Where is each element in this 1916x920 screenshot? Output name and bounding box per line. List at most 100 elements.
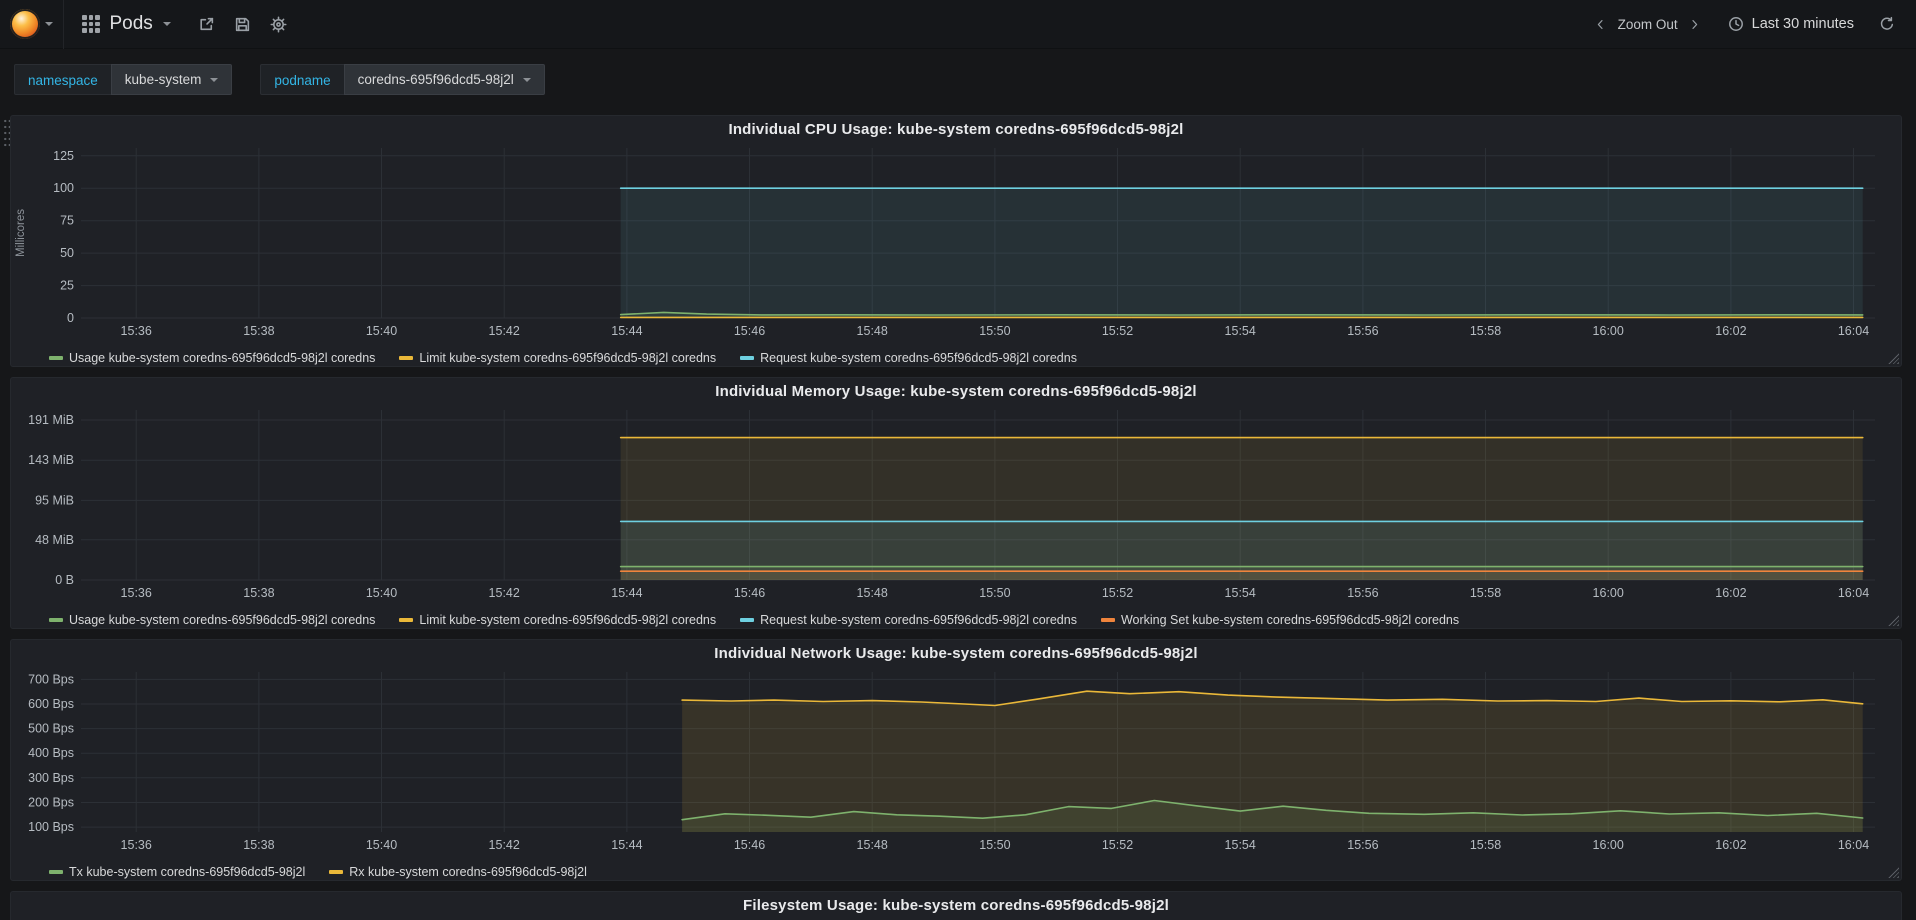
legend-item[interactable]: Request kube-system coredns-695f96dcd5-9… — [740, 613, 1077, 627]
x-axis-tick-label: 15:40 — [366, 586, 397, 600]
variable-dropdown-namespace[interactable]: kube-system — [110, 64, 233, 95]
x-axis-tick-label: 15:40 — [366, 324, 397, 338]
legend-item[interactable]: Usage kube-system coredns-695f96dcd5-98j… — [49, 351, 375, 365]
y-axis-tick-label: 143 MiB — [28, 453, 74, 467]
time-range-label: Last 30 minutes — [1751, 16, 1854, 32]
refresh-icon — [1880, 16, 1894, 30]
x-axis-tick-label: 15:58 — [1470, 586, 1501, 600]
x-axis-tick-label: 15:50 — [979, 838, 1010, 852]
time-shift-forward-button[interactable] — [1684, 13, 1706, 35]
save-button[interactable] — [225, 6, 261, 42]
chart-canvas[interactable]: 0 B 48 MiB 95 MiB 143 MiB 191 MiB 15:36 15:38 1… — [11, 404, 1901, 610]
legend-series-swatch-icon — [740, 618, 755, 622]
legend-series-swatch-icon — [399, 618, 414, 622]
legend-item[interactable]: Limit kube-system coredns-695f96dcd5-98j… — [399, 351, 716, 365]
variable-dropdown-podname[interactable]: coredns-695f96dcd5-98j2l — [343, 64, 545, 95]
legend-series-label: Request kube-system coredns-695f96dcd5-9… — [760, 351, 1077, 365]
x-axis-tick-label: 15:44 — [611, 586, 642, 600]
legend-series-swatch-icon — [49, 618, 63, 622]
x-axis-tick-label: 15:54 — [1225, 838, 1256, 852]
x-axis-tick-label: 16:04 — [1838, 838, 1869, 852]
chart-canvas[interactable]: 100 Bps 200 Bps 300 Bps 400 Bps 500 Bps 600 B… — [11, 666, 1901, 862]
x-axis-tick-label: 15:40 — [366, 838, 397, 852]
y-axis-tick-label: 48 MiB — [35, 533, 74, 547]
x-axis-tick-label: 15:38 — [243, 838, 274, 852]
x-axis-tick-label: 15:48 — [857, 586, 888, 600]
y-axis-tick-label: 75 — [60, 214, 74, 228]
grafana-logo-button[interactable] — [0, 0, 64, 49]
x-axis-tick-label: 15:48 — [857, 324, 888, 338]
dashboard-title: Pods — [109, 13, 153, 34]
apps-grid-icon — [82, 15, 100, 33]
panel-title[interactable]: Filesystem Usage: kube-system coredns-69… — [11, 892, 1901, 918]
caret-down-icon — [162, 22, 171, 26]
legend-item[interactable]: Tx kube-system coredns-695f96dcd5-98j2l — [49, 865, 305, 879]
x-axis-tick-label: 15:38 — [243, 324, 274, 338]
time-range-picker[interactable]: Last 30 minutes — [1728, 16, 1854, 32]
x-axis-tick-label: 15:56 — [1347, 838, 1378, 852]
panel-title[interactable]: Individual Memory Usage: kube-system cor… — [11, 378, 1901, 404]
chart-canvas[interactable]: 0 25 50 75 100 125 15:36 15:38 15:40 15:42 15:44 15… — [11, 142, 1901, 348]
panel-filesystem-usage: Filesystem Usage: kube-system coredns-69… — [10, 891, 1902, 920]
legend-series-label: Tx kube-system coredns-695f96dcd5-98j2l — [69, 865, 306, 879]
legend-series-label: Limit kube-system coredns-695f96dcd5-98j… — [419, 351, 717, 365]
legend-item[interactable]: Usage kube-system coredns-695f96dcd5-98j… — [49, 613, 375, 627]
dashboard-picker[interactable]: Pods — [64, 0, 189, 48]
panel-title[interactable]: Individual CPU Usage: kube-system coredn… — [11, 116, 1901, 142]
chart-legend: Usage kube-system coredns-695f96dcd5-98j… — [11, 348, 1901, 366]
x-axis-tick-label: 15:56 — [1347, 324, 1378, 338]
legend-series-label: Usage kube-system coredns-695f96dcd5-98j… — [69, 613, 376, 627]
memory-usage-chart[interactable]: 0 B 48 MiB 95 MiB 143 MiB 191 MiB 15:36 15:38 1… — [11, 404, 1901, 610]
panel-title[interactable]: Individual Network Usage: kube-system co… — [11, 640, 1901, 666]
legend-series-swatch-icon — [399, 356, 414, 360]
x-axis-tick-label: 15:50 — [979, 324, 1010, 338]
legend-item[interactable]: Working Set kube-system coredns-695f96dc… — [1100, 613, 1459, 627]
y-axis-tick-label: 50 — [60, 246, 74, 260]
y-axis-tick-label: 0 — [67, 311, 74, 325]
x-axis-tick-label: 15:42 — [489, 838, 520, 852]
variable-podname: podname coredns-695f96dcd5-98j2l — [260, 64, 545, 95]
x-axis-tick-label: 15:46 — [734, 324, 765, 338]
time-shift-back-button[interactable] — [1590, 13, 1612, 35]
variable-label-namespace: namespace — [14, 64, 111, 95]
legend-series-label: Request kube-system coredns-695f96dcd5-9… — [760, 613, 1077, 627]
x-axis-tick-label: 15:54 — [1225, 586, 1256, 600]
panel-individual-cpu-usage: Individual CPU Usage: kube-system coredn… — [10, 115, 1902, 367]
clock-icon — [1728, 17, 1743, 31]
legend-item[interactable]: Request kube-system coredns-695f96dcd5-9… — [740, 351, 1077, 365]
top-navbar: Pods Zoom Out Last 30 minutes — [0, 0, 1916, 49]
x-axis-tick-label: 15:36 — [121, 838, 152, 852]
x-axis-tick-label: 15:50 — [979, 586, 1010, 600]
network-usage-chart[interactable]: 100 Bps 200 Bps 300 Bps 400 Bps 500 Bps 600 B… — [11, 666, 1901, 862]
x-axis-tick-label: 16:02 — [1715, 586, 1746, 600]
x-axis-tick-label: 15:48 — [857, 838, 888, 852]
cpu-usage-chart[interactable]: 0 25 50 75 100 125 15:36 15:38 15:40 15:42 15:44 15… — [11, 142, 1901, 348]
y-axis-tick-label: 500 Bps — [28, 722, 74, 736]
settings-button[interactable] — [261, 6, 297, 42]
x-axis-tick-label: 15:38 — [243, 586, 274, 600]
legend-series-swatch-icon — [49, 356, 63, 360]
legend-item[interactable]: Limit kube-system coredns-695f96dcd5-98j… — [399, 613, 716, 627]
y-axis-tick-label: 25 — [60, 279, 74, 293]
y-axis-tick-label: 100 Bps — [28, 820, 74, 834]
legend-item[interactable]: Rx kube-system coredns-695f96dcd5-98j2l — [329, 865, 587, 879]
x-axis-tick-label: 15:46 — [734, 586, 765, 600]
legend-series-swatch-icon — [1100, 618, 1115, 622]
y-axis-tick-label: 200 Bps — [28, 796, 74, 810]
save-icon — [236, 17, 250, 31]
x-axis-tick-label: 15:44 — [611, 324, 642, 338]
x-axis-tick-label: 15:56 — [1347, 586, 1378, 600]
variable-namespace: namespace kube-system — [14, 64, 233, 95]
legend-series-label: Rx kube-system coredns-695f96dcd5-98j2l — [349, 865, 587, 879]
chart-legend: Tx kube-system coredns-695f96dcd5-98j2l R… — [11, 862, 1901, 880]
legend-series-swatch-icon — [740, 356, 755, 360]
x-axis-tick-label: 16:02 — [1715, 838, 1746, 852]
share-icon — [200, 17, 214, 30]
share-button[interactable] — [189, 6, 225, 42]
x-axis-tick-label: 15:42 — [489, 586, 520, 600]
y-axis-tick-label: 400 Bps — [28, 746, 74, 760]
legend-series-label: Limit kube-system coredns-695f96dcd5-98j… — [419, 613, 717, 627]
zoom-out-button[interactable]: Zoom Out — [1618, 17, 1678, 32]
refresh-button[interactable] — [1874, 6, 1900, 42]
x-axis-tick-label: 15:52 — [1102, 586, 1133, 600]
